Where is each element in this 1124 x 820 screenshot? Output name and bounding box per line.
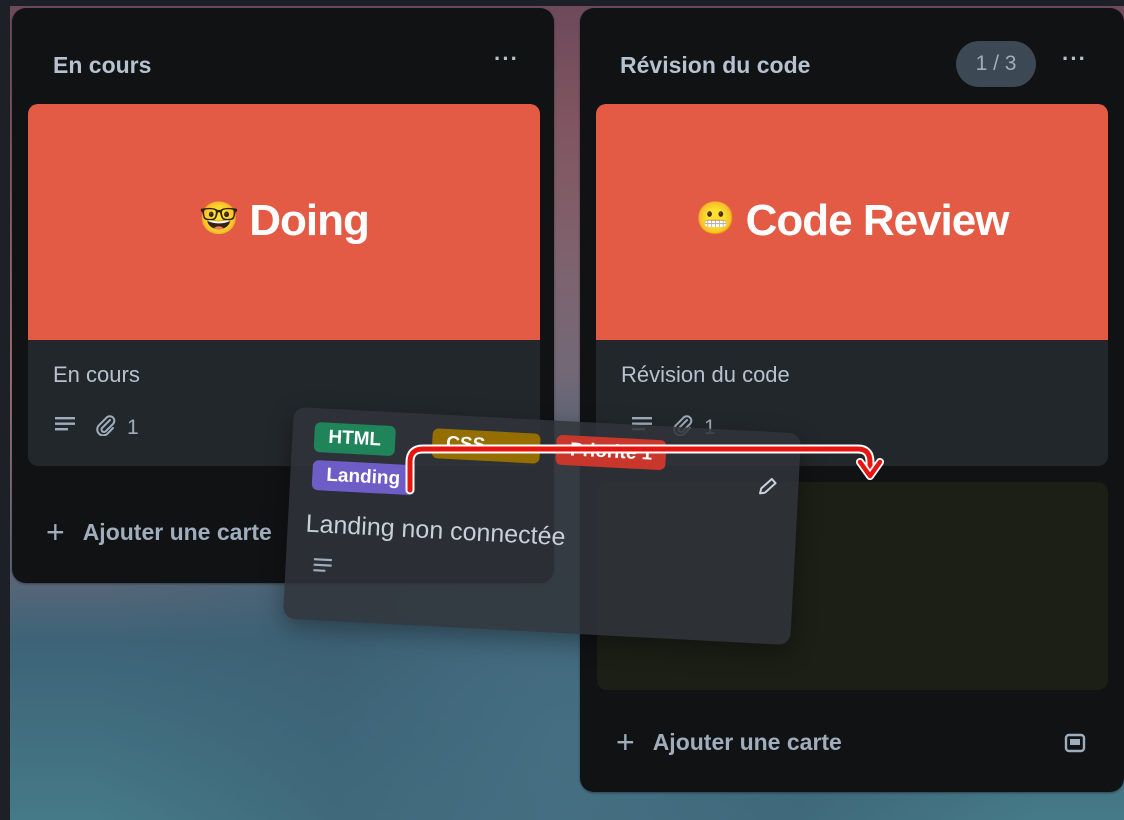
- edit-pencil-icon[interactable]: [756, 475, 779, 498]
- label-priorite-1: Priorité 1: [555, 434, 668, 471]
- label-html: HTML: [313, 421, 396, 457]
- card-name: En cours: [53, 362, 140, 387]
- list-title[interactable]: Révision du code: [620, 52, 810, 79]
- window-frame-left: [0, 0, 10, 820]
- cover-title: 😬 Code Review: [596, 196, 1108, 246]
- plus-icon: +: [46, 514, 65, 550]
- cover-title-text: Code Review: [745, 196, 1010, 245]
- description-icon: [53, 415, 77, 441]
- label-landing: Landing: [311, 459, 415, 496]
- cover-title-text: Doing: [249, 196, 370, 245]
- list-menu-button[interactable]: ···: [1062, 46, 1087, 72]
- label-css: CSS: [431, 428, 541, 464]
- card-cover: 😬 Code Review: [596, 104, 1108, 340]
- card-badges: 1: [53, 414, 139, 442]
- list-title[interactable]: En cours: [53, 52, 151, 79]
- add-card-button[interactable]: + Ajouter une carte: [46, 516, 272, 548]
- attachment-count: 1: [127, 416, 139, 439]
- list-menu-button[interactable]: ···: [494, 46, 519, 72]
- add-card-label: Ajouter une carte: [652, 728, 842, 755]
- add-card-label: Ajouter une carte: [82, 518, 272, 545]
- card-revision-du-code[interactable]: 😬 Code Review Révision du code 1: [596, 104, 1108, 466]
- cover-title: 🤓 Doing: [28, 196, 540, 246]
- dragged-card-title: Landing non connectée: [305, 509, 567, 552]
- card-en-cours[interactable]: 🤓 Doing En cours 1: [28, 104, 540, 466]
- grimacing-face-emoji-icon: 😬: [695, 200, 736, 236]
- nerd-face-emoji-icon: 🤓: [199, 200, 239, 236]
- window-frame-top: [0, 0, 1124, 6]
- dragged-card[interactable]: HTML CSS Priorité 1 Landing Landing non …: [282, 406, 802, 646]
- card-name: Révision du code: [621, 362, 790, 387]
- description-icon: [311, 556, 334, 582]
- card-limit-counter: 1 / 3: [956, 41, 1036, 87]
- card-cover: 🤓 Doing: [28, 104, 540, 340]
- plus-icon: +: [616, 724, 635, 760]
- card-template-icon[interactable]: [1062, 730, 1088, 756]
- attachment-icon: [95, 414, 117, 442]
- add-card-button[interactable]: + Ajouter une carte: [616, 726, 842, 758]
